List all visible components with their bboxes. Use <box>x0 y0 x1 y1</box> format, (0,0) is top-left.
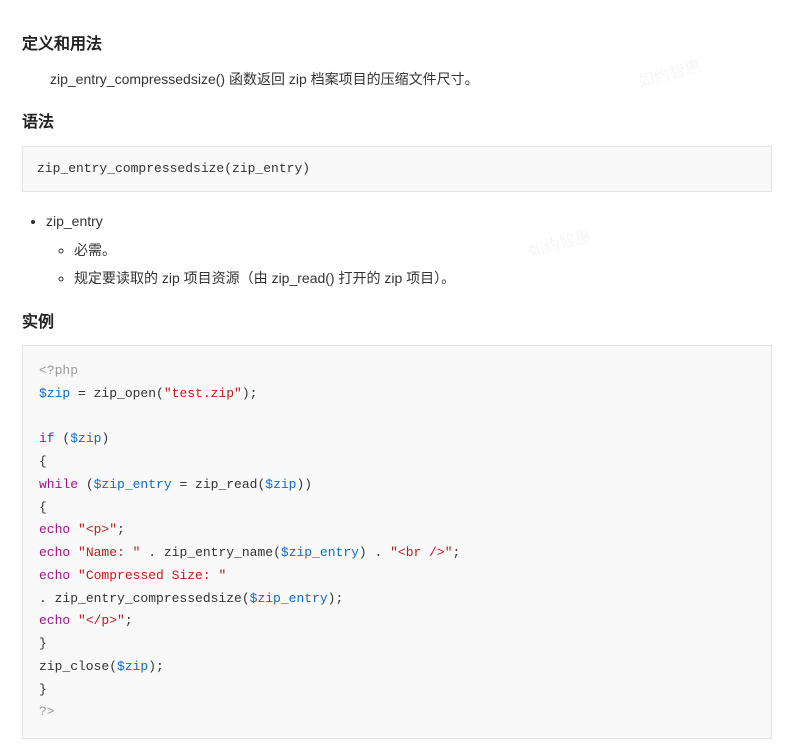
code-token-str: "Compressed Size: " <box>78 568 226 583</box>
example-code: <?php $zip = zip_open("test.zip"); if ($… <box>22 345 772 739</box>
code-token-op: } <box>39 682 47 697</box>
code-token-op: = <box>172 477 195 492</box>
code-token-var: $zip <box>70 431 101 446</box>
code-token-op: ( <box>78 477 94 492</box>
code-token-func: zip_read( <box>195 477 265 492</box>
code-token-op: ) <box>101 431 109 446</box>
param-desc: 规定要读取的 zip 项目资源（由 zip_read() 打开的 zip 项目）… <box>74 267 772 289</box>
syntax-code: zip_entry_compressedsize(zip_entry) <box>22 146 772 193</box>
code-token-func: zip_open( <box>94 386 164 401</box>
code-token-var: $zip_entry <box>281 545 359 560</box>
definition-desc: zip_entry_compressedsize() 函数返回 zip 档案项目… <box>22 68 772 90</box>
code-token-kw: echo <box>39 568 70 583</box>
code-token-op: ; <box>453 545 461 560</box>
section-title-syntax: 语法 <box>22 110 772 136</box>
code-token-func: )) <box>296 477 312 492</box>
section-title-example: 实例 <box>22 310 772 336</box>
code-token-func: ); <box>242 386 258 401</box>
code-token-func: zip_close( <box>39 659 117 674</box>
code-token-func: zip_entry_name( <box>164 545 281 560</box>
code-token-func: ); <box>328 591 344 606</box>
code-token-op <box>70 545 78 560</box>
code-token-kw: echo <box>39 545 70 560</box>
code-token-op: . <box>140 545 163 560</box>
code-token-op: . <box>39 591 55 606</box>
code-token-str: "<br />" <box>390 545 452 560</box>
code-token-var: $zip_entry <box>94 477 172 492</box>
code-token-op: = <box>70 386 93 401</box>
code-token-php-tag: <?php <box>39 363 78 378</box>
code-token-op: ( <box>55 431 71 446</box>
code-token-func: ); <box>148 659 164 674</box>
code-token-op <box>70 613 78 628</box>
param-required: 必需。 <box>74 239 772 261</box>
code-token-op: } <box>39 636 47 651</box>
code-token-var: $zip <box>265 477 296 492</box>
code-token-var: $zip_entry <box>250 591 328 606</box>
code-token-op: { <box>39 500 47 515</box>
param-list: zip_entry 必需。 规定要读取的 zip 项目资源（由 zip_read… <box>22 210 772 289</box>
code-token-var: $zip <box>39 386 70 401</box>
code-token-str: "test.zip" <box>164 386 242 401</box>
code-token-op <box>70 568 78 583</box>
code-token-op: { <box>39 454 47 469</box>
code-token-func: zip_entry_compressedsize( <box>55 591 250 606</box>
code-token-str: "Name: " <box>78 545 140 560</box>
param-name: zip_entry <box>46 213 103 229</box>
code-token-op <box>70 522 78 537</box>
param-item: zip_entry 必需。 规定要读取的 zip 项目资源（由 zip_read… <box>46 210 772 289</box>
code-token-kw: if <box>39 431 55 446</box>
code-token-op: ; <box>125 613 133 628</box>
code-token-kw: while <box>39 477 78 492</box>
code-token-var: $zip <box>117 659 148 674</box>
section-title-definition: 定义和用法 <box>22 32 772 58</box>
code-token-op: . <box>367 545 390 560</box>
code-token-op: ; <box>117 522 125 537</box>
code-token-kw: echo <box>39 613 70 628</box>
code-token-str: "</p>" <box>78 613 125 628</box>
code-token-str: "<p>" <box>78 522 117 537</box>
code-token-kw: echo <box>39 522 70 537</box>
code-token-func: ) <box>359 545 367 560</box>
